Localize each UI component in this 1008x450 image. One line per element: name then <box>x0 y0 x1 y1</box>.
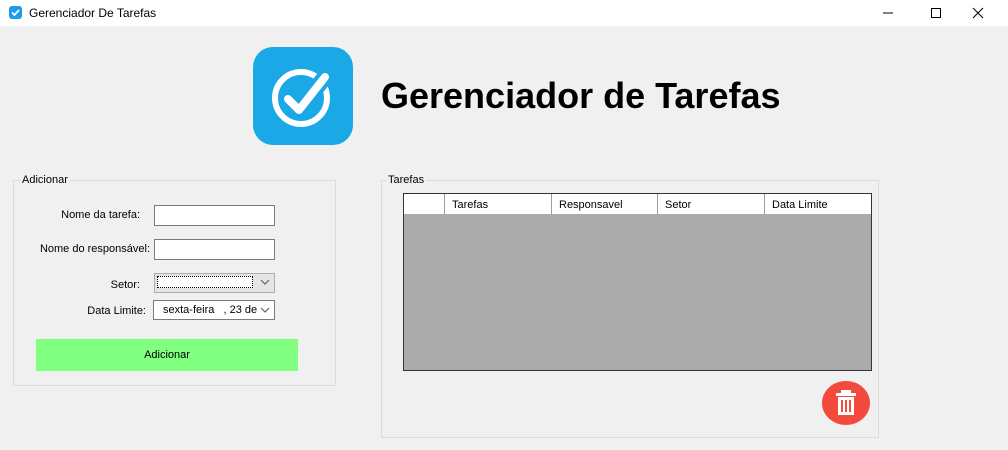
deadline-datepicker[interactable]: sexta-feira , 23 de <box>153 300 275 320</box>
task-name-input[interactable] <box>154 205 275 226</box>
column-header-tarefas[interactable]: Tarefas <box>445 194 552 214</box>
sector-select[interactable] <box>154 273 275 293</box>
check-circle-icon <box>272 69 333 127</box>
add-group-legend: Adicionar <box>20 174 70 186</box>
close-button[interactable] <box>955 0 1001 26</box>
column-header-responsavel[interactable]: Responsavel <box>552 194 658 214</box>
task-name-label: Nome da tarefa: <box>61 209 140 221</box>
trash-icon <box>836 390 856 415</box>
close-icon <box>972 7 984 19</box>
app-check-icon <box>9 6 22 19</box>
add-button[interactable]: Adicionar <box>36 339 298 371</box>
sector-label: Setor: <box>110 279 140 291</box>
title-bar: Gerenciador De Tarefas <box>0 0 1008 26</box>
window-title: Gerenciador De Tarefas <box>29 6 157 20</box>
app-logo <box>253 47 353 145</box>
minimize-button[interactable] <box>865 0 911 26</box>
column-header-setor[interactable]: Setor <box>658 194 765 214</box>
tasks-group-legend: Tarefas <box>386 174 427 186</box>
deadline-label: Data Limite: <box>87 305 146 317</box>
row-header-corner <box>404 194 445 214</box>
delete-button[interactable] <box>822 381 870 425</box>
tasks-table[interactable]: Tarefas Responsavel Setor Data Limite <box>403 193 872 371</box>
chevron-down-icon <box>260 307 270 313</box>
deadline-value: sexta-feira , 23 de <box>163 304 258 316</box>
page-title: Gerenciador de Tarefas <box>381 75 781 116</box>
maximize-icon <box>931 8 941 18</box>
responsible-input[interactable] <box>154 239 275 260</box>
maximize-button[interactable] <box>913 0 959 26</box>
table-header: Tarefas Responsavel Setor Data Limite <box>404 194 871 214</box>
responsible-label: Nome do responsável: <box>39 243 150 255</box>
column-header-data-limite[interactable]: Data Limite <box>765 194 871 214</box>
sector-value <box>157 276 253 288</box>
minimize-icon <box>883 12 893 14</box>
chevron-down-icon <box>260 279 270 285</box>
